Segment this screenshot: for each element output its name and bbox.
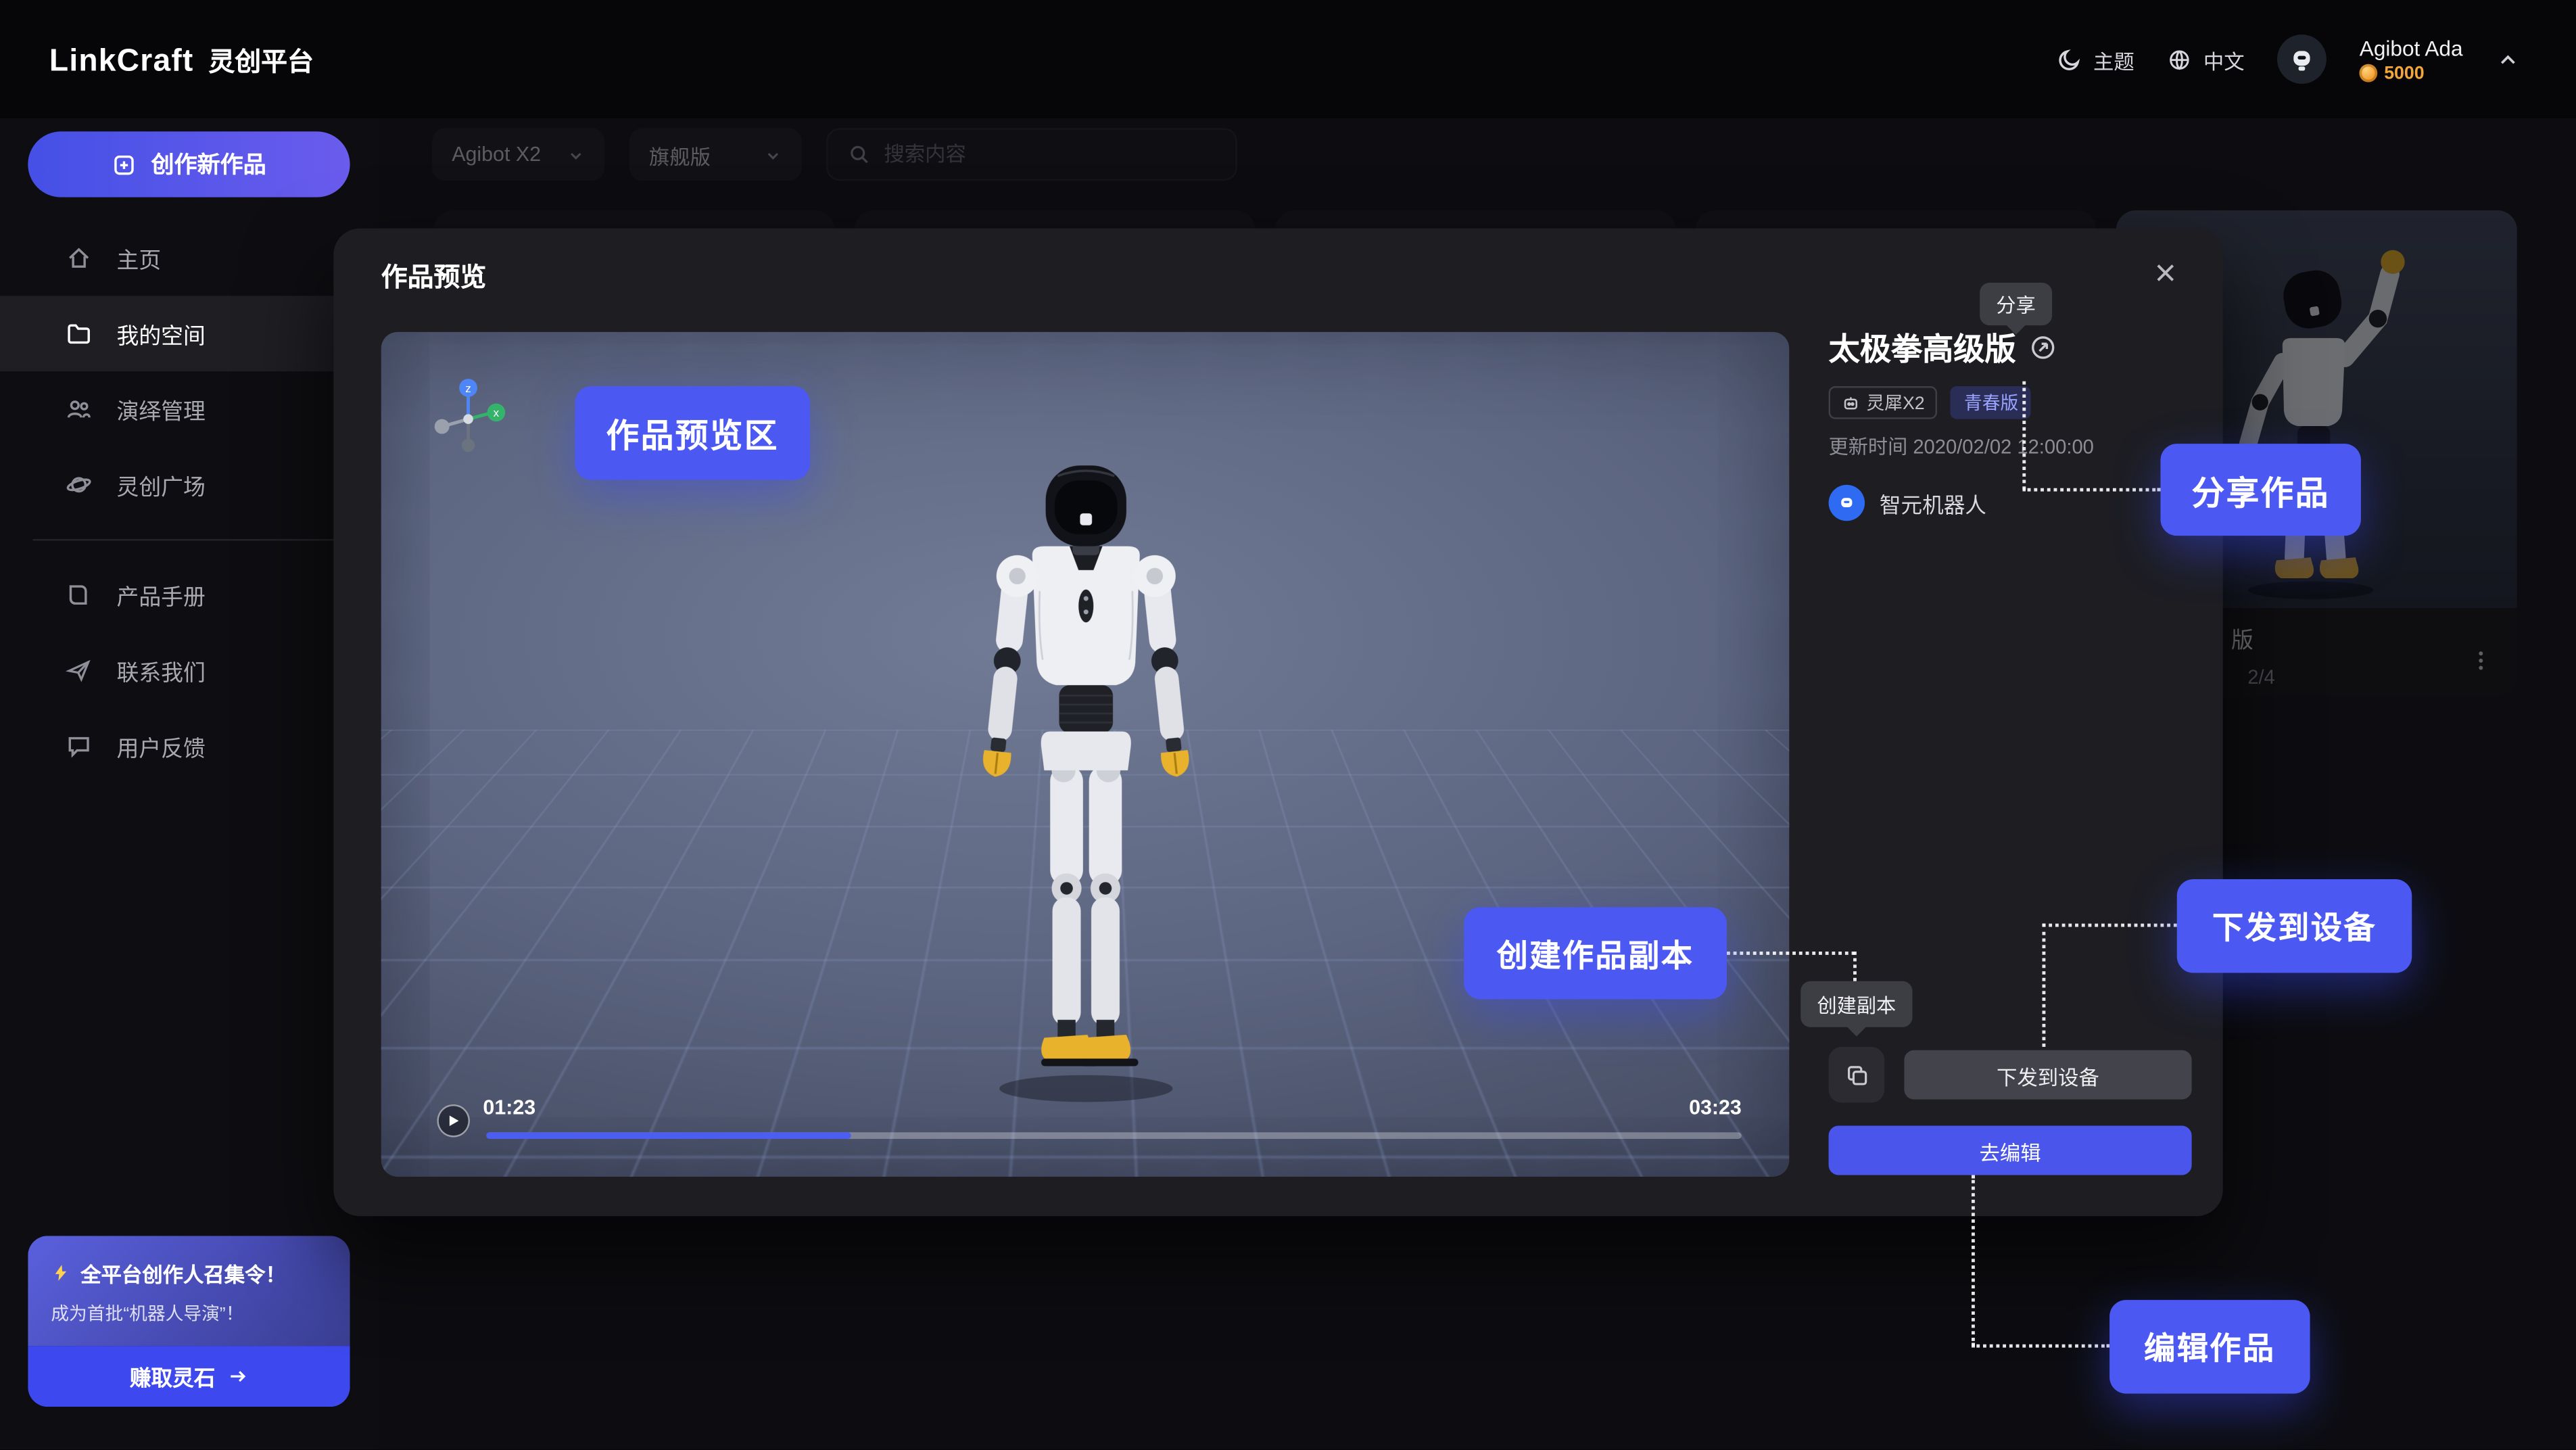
users-icon [66, 396, 92, 423]
svg-text:x: x [494, 406, 500, 419]
author-avatar [1829, 485, 1865, 521]
avatar-robot-icon [2287, 45, 2317, 74]
share-tooltip: 分享 [1980, 283, 2052, 325]
promo-card: 全平台创作人召集令！ 成为首批“机器人导演”！ 赚取灵石 [28, 1236, 350, 1407]
version-tag: 青春版 [1951, 386, 2032, 419]
create-copy-tooltip: 创建副本 [1800, 981, 1912, 1027]
orientation-gizmo[interactable]: z x [427, 375, 510, 457]
lightning-icon [51, 1262, 70, 1284]
annotation-deploy-device: 下发到设备 [2177, 879, 2412, 973]
work-preview-modal: 作品预览 z x [333, 229, 2223, 1216]
progress-bar[interactable] [486, 1132, 1742, 1139]
moon-icon [2057, 47, 2082, 71]
theme-toggle[interactable]: 主题 [2057, 43, 2134, 74]
globe-icon [2167, 47, 2191, 71]
share-icon[interactable] [2029, 333, 2057, 361]
connector-line [1972, 1175, 1975, 1346]
sidebar-item-my-space[interactable]: 我的空间 [0, 296, 378, 371]
sidebar-divider [33, 539, 345, 540]
robot-3d-model [909, 454, 1262, 1111]
paper-plane-icon [66, 657, 92, 684]
work-title: 太极拳高级版 [1829, 325, 2016, 370]
author-name: 智元机器人 [1880, 487, 1986, 518]
work-title-row: 太极拳高级版 [1829, 325, 2057, 370]
sidebar-item-user-feedback[interactable]: 用户反馈 [0, 708, 378, 784]
header-actions: 主题 中文 Agibot Ada 5000 [2057, 0, 2521, 118]
play-icon [447, 1115, 460, 1127]
svg-text:z: z [465, 382, 471, 395]
modal-title: 作品预览 [381, 255, 487, 294]
annotation-share-work: 分享作品 [2160, 444, 2360, 536]
folder-icon [66, 321, 92, 347]
connector-line [2022, 381, 2026, 490]
annotation-create-copy: 创建作品副本 [1464, 907, 1727, 999]
sidebar-item-creation-plaza[interactable]: 灵创广场 [0, 447, 378, 523]
sidebar-item-performance-management[interactable]: 演绎管理 [0, 371, 378, 447]
play-button[interactable] [437, 1104, 470, 1138]
coin-icon [2360, 64, 2378, 83]
deploy-to-device-button[interactable]: 下发到设备 [1904, 1050, 2191, 1100]
theme-label: 主题 [2093, 43, 2134, 74]
work-tags: 灵犀X2 青春版 [1829, 386, 2032, 419]
language-switcher[interactable]: 中文 [2167, 43, 2244, 74]
logo-text-cn: 灵创平台 [208, 39, 314, 78]
create-icon [112, 152, 136, 177]
coin-balance: 5000 [2360, 64, 2463, 83]
promo-title: 全平台创作人召集令！ [51, 1257, 327, 1288]
work-detail-panel: 太极拳高级版 灵犀X2 青春版 更新时间 2020/02/02 12:00:00… [1829, 229, 2192, 1216]
chevron-up-icon[interactable] [2496, 47, 2520, 71]
home-icon [66, 245, 92, 271]
connector-line [2042, 924, 2045, 1047]
copy-icon [1844, 1062, 1869, 1087]
arrow-right-icon [226, 1365, 248, 1387]
annotation-edit-work: 编辑作品 [2109, 1300, 2310, 1394]
sidebar-item-home[interactable]: 主页 [0, 220, 378, 296]
progress-fill [486, 1132, 850, 1139]
book-icon [66, 582, 92, 608]
connector-line [1727, 952, 1855, 955]
total-time: 03:23 [1689, 1096, 1742, 1119]
user-avatar[interactable] [2277, 34, 2327, 84]
sidebar: 创作新作品 主页 我的空间 演绎管理 灵创广场 产品手册 [0, 118, 378, 1449]
connector-line [1853, 952, 1857, 981]
language-label: 中文 [2203, 43, 2245, 74]
connector-line [1972, 1344, 2109, 1348]
app-root: LinkCraft 灵创平台 主题 中文 Agibot Ada 5000 [0, 0, 2576, 1449]
connector-line [2022, 488, 2160, 492]
app-logo: LinkCraft 灵创平台 [49, 39, 314, 80]
author-robot-icon [1837, 493, 1857, 513]
create-copy-button[interactable] [1829, 1047, 1885, 1103]
earn-gems-button[interactable]: 赚取灵石 [28, 1346, 350, 1407]
sidebar-nav: 主页 我的空间 演绎管理 灵创广场 产品手册 联系我们 [0, 220, 378, 784]
logo-text-en: LinkCraft [49, 43, 194, 79]
top-header: LinkCraft 灵创平台 主题 中文 Agibot Ada 5000 [0, 0, 2576, 118]
updated-time: 更新时间 2020/02/02 12:00:00 [1829, 432, 2094, 460]
model-tag: 灵犀X2 [1829, 386, 1938, 419]
promo-body: 全平台创作人召集令！ 成为首批“机器人导演”！ [28, 1236, 350, 1346]
planet-icon [66, 471, 92, 498]
annotation-preview-area: 作品预览区 [575, 386, 810, 480]
current-time: 01:23 [483, 1096, 535, 1119]
user-meta: Agibot Ada 5000 [2360, 35, 2463, 83]
user-name: Agibot Ada [2360, 35, 2463, 60]
author-row: 智元机器人 [1829, 485, 1986, 521]
robot-chip-icon [1842, 394, 1860, 412]
connector-line [2042, 924, 2176, 927]
sidebar-item-product-manual[interactable]: 产品手册 [0, 557, 378, 633]
promo-subtitle: 成为首批“机器人导演”！ [51, 1300, 327, 1326]
sidebar-item-contact-us[interactable]: 联系我们 [0, 633, 378, 709]
create-new-work-button[interactable]: 创作新作品 [28, 131, 350, 197]
go-edit-button[interactable]: 去编辑 [1829, 1126, 2192, 1175]
chat-icon [66, 733, 92, 759]
